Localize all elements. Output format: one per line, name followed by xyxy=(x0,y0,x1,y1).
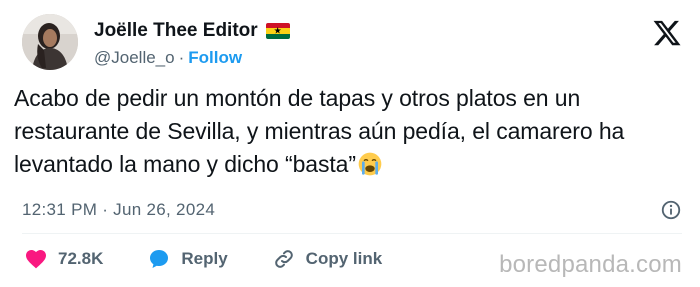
display-name[interactable]: Joëlle Thee Editor xyxy=(94,20,258,42)
copy-link-button[interactable]: Copy link xyxy=(272,247,383,271)
reply-bubble-icon xyxy=(150,250,169,268)
copy-link-label: Copy link xyxy=(305,249,383,268)
handle[interactable]: @Joelle_o xyxy=(94,48,175,68)
link-icon xyxy=(274,250,293,268)
divider xyxy=(22,233,682,234)
avatar[interactable] xyxy=(22,14,78,70)
tweet-actions: 72.8K Reply Copy link xyxy=(24,244,426,274)
heart-icon xyxy=(26,250,46,269)
separator-dot: · xyxy=(178,48,185,67)
author-names: Joëlle Thee Editor ★ @Joelle_o · Follow xyxy=(94,20,290,68)
reply-button[interactable]: Reply xyxy=(147,247,228,271)
ghana-flag-icon: ★ xyxy=(265,23,290,39)
watermark: boredpanda.com xyxy=(499,251,682,278)
tweet-card: Joëlle Thee Editor ★ @Joelle_o · Follow … xyxy=(0,0,700,287)
follow-button[interactable]: Follow xyxy=(188,48,242,68)
like-button[interactable]: 72.8K xyxy=(24,247,103,271)
like-count: 72.8K xyxy=(58,249,104,268)
loudly-crying-face-emoji xyxy=(358,152,382,176)
tweet-header: Joëlle Thee Editor ★ @Joelle_o · Follow xyxy=(22,14,682,78)
info-icon[interactable] xyxy=(660,199,682,221)
tweet-text: Acabo de pedir un montón de tapas y otro… xyxy=(14,82,684,181)
avatar-photo xyxy=(22,14,78,70)
display-name-row[interactable]: Joëlle Thee Editor ★ xyxy=(94,20,290,42)
x-logo-icon[interactable] xyxy=(652,18,682,48)
handle-row: @Joelle_o · Follow xyxy=(94,48,290,68)
reply-label: Reply xyxy=(181,249,228,268)
tweet-text-content: Acabo de pedir un montón de tapas y otro… xyxy=(14,85,625,177)
timestamp[interactable]: 12:31 PM · Jun 26, 2024 xyxy=(22,200,215,220)
tweet-meta-row: 12:31 PM · Jun 26, 2024 xyxy=(22,198,682,222)
